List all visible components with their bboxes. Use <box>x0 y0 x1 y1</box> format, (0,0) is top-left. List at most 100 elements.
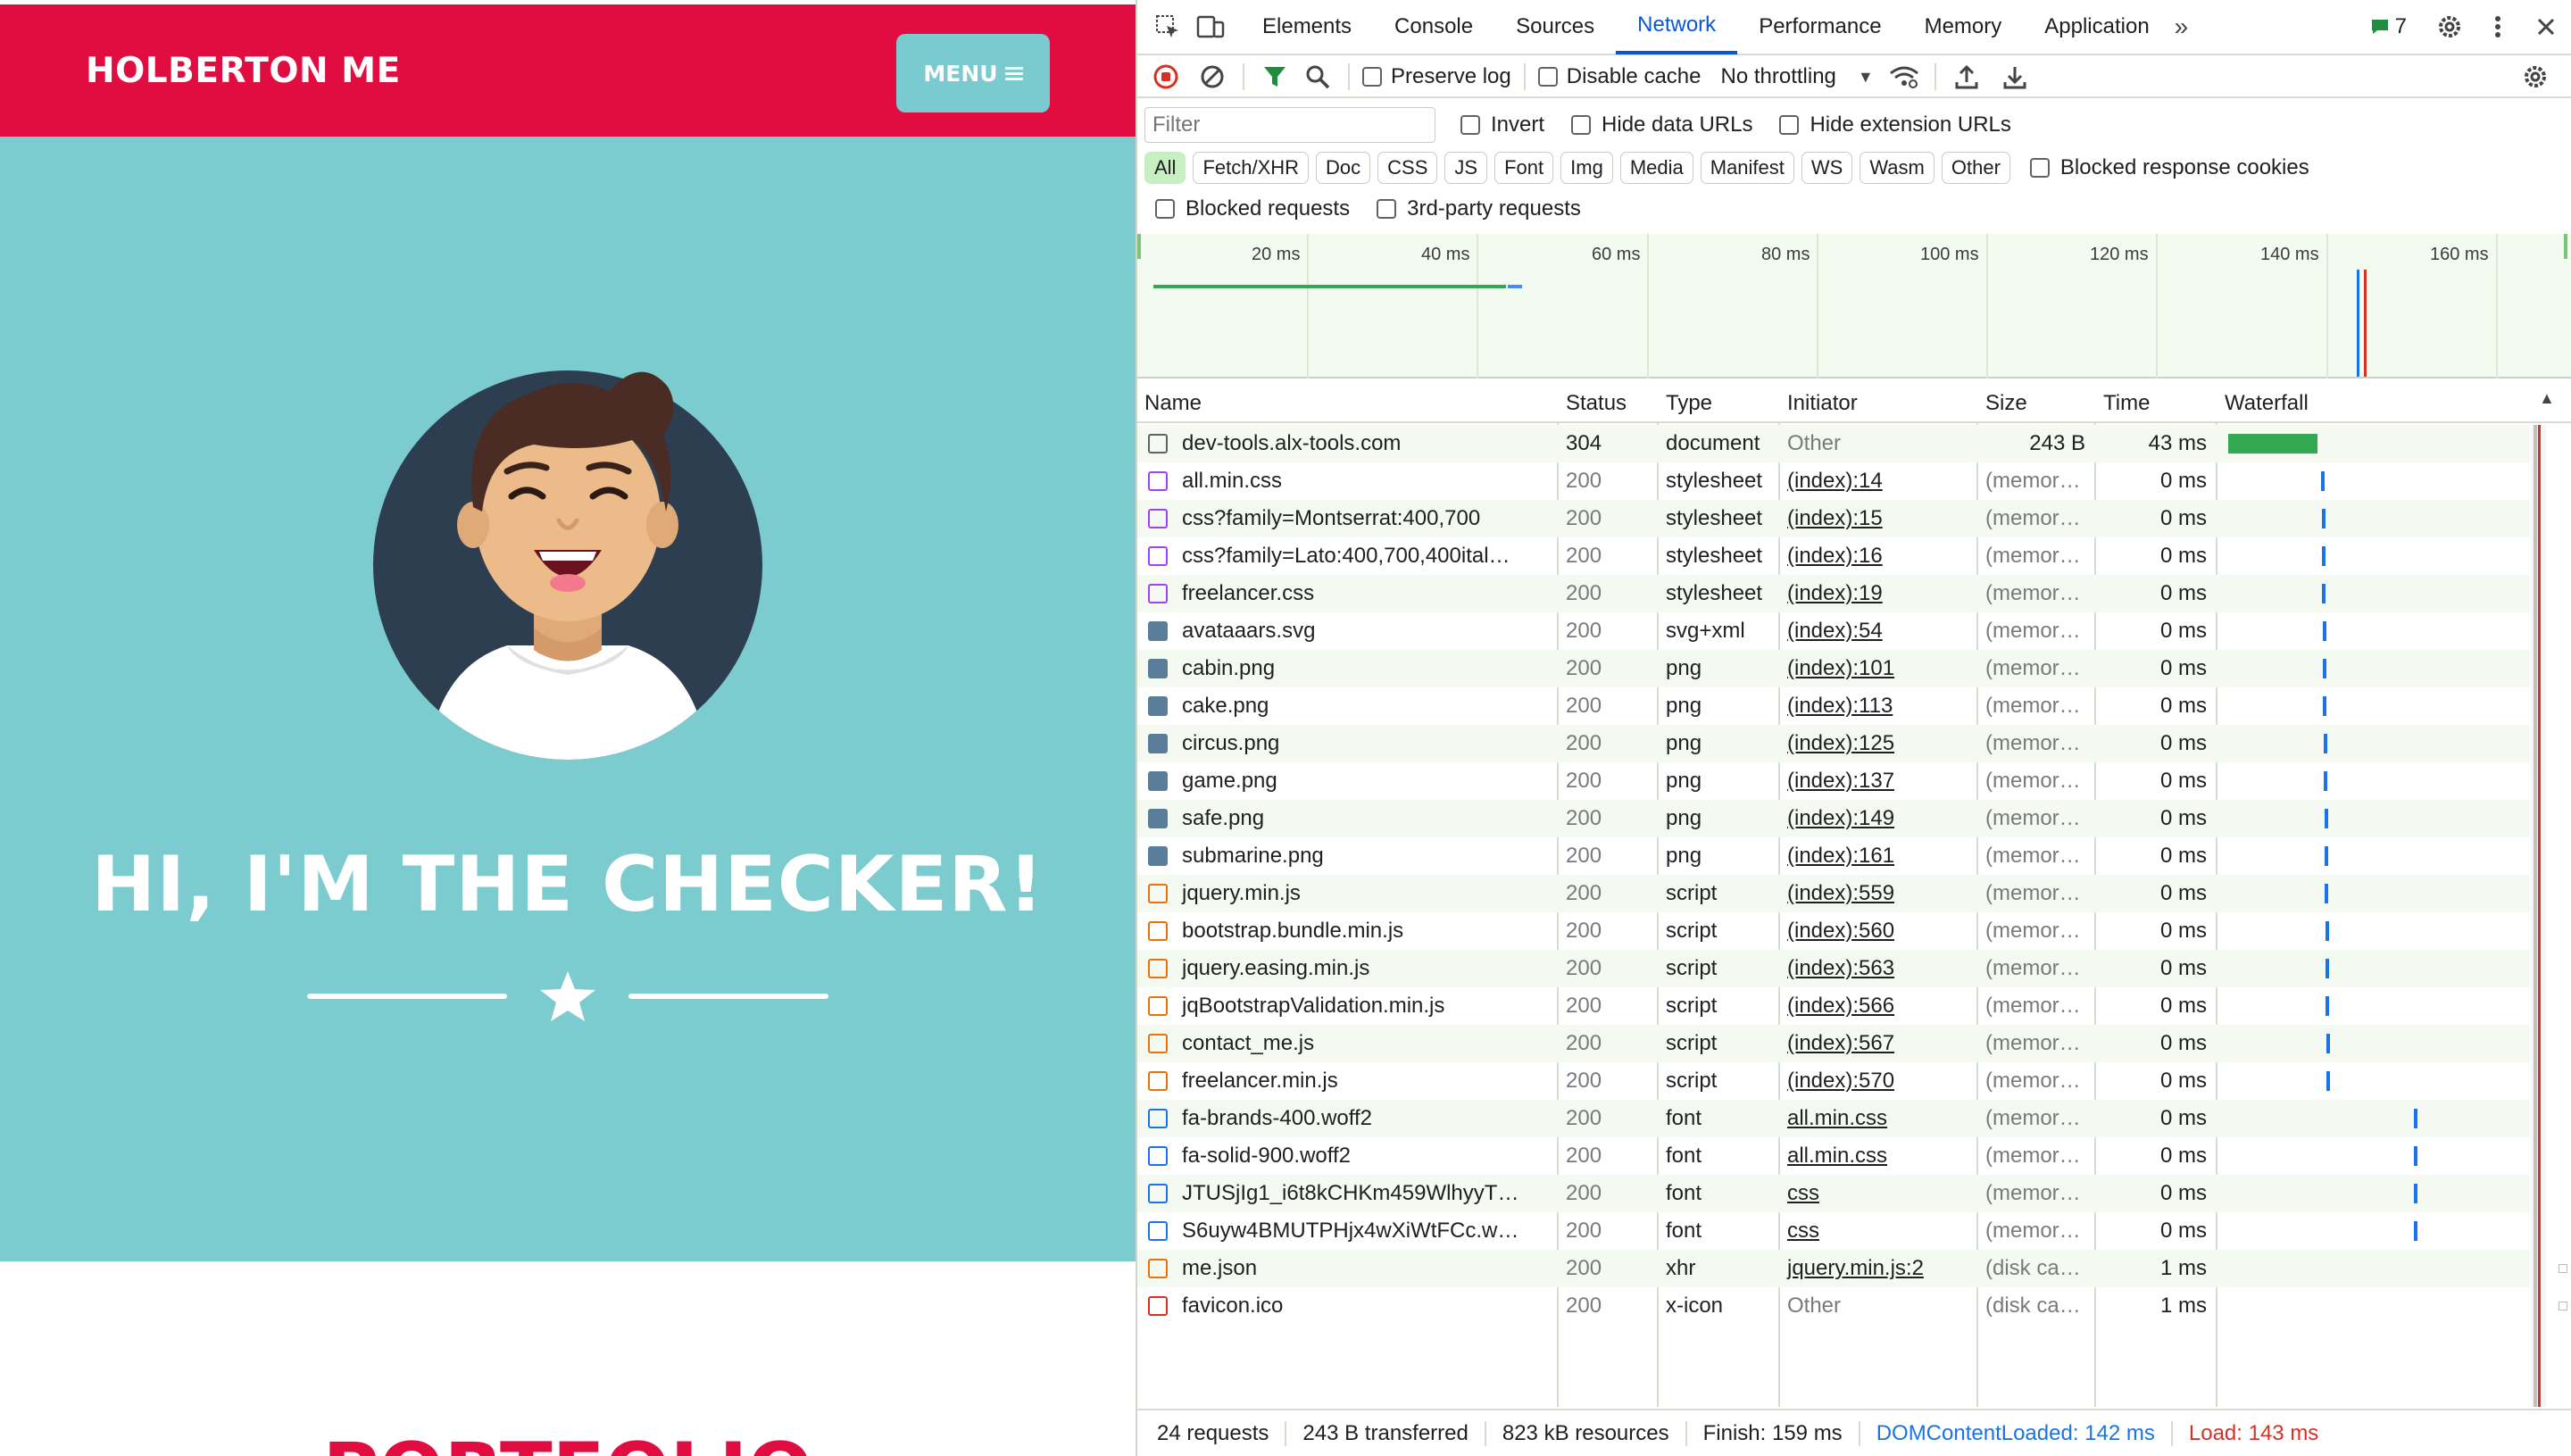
kebab-menu-icon[interactable] <box>2480 9 2516 45</box>
table-row[interactable]: favicon.ico 200 x-icon Other (disk ca… 1 ms <box>1137 1287 2567 1325</box>
import-har-icon[interactable] <box>1949 59 1984 95</box>
table-row[interactable]: all.min.css 200 stylesheet (index):14 (memor… <box>1137 462 2530 500</box>
filter-funnel-icon[interactable] <box>1257 59 1293 95</box>
tab-console[interactable]: Console <box>1373 0 1494 54</box>
export-har-icon[interactable] <box>1997 59 2033 95</box>
table-row[interactable]: jqBootstrapValidation.min.js 200 script (in… <box>1137 987 2530 1025</box>
cell-initiator[interactable]: (index):125 <box>1780 725 1976 762</box>
table-row[interactable]: safe.png 200 png (index):149 (memor… 0 ms <box>1137 800 2530 837</box>
cell-initiator[interactable]: (index):15 <box>1780 500 1976 537</box>
table-row[interactable]: cabin.png 200 png (index):101 (memor… 0 ms <box>1137 650 2530 687</box>
chip-ws[interactable]: WS <box>1801 152 1853 184</box>
column-initiator[interactable]: Initiator <box>1780 384 1976 423</box>
cell-initiator[interactable]: (index):101 <box>1780 650 1976 687</box>
cell-initiator[interactable]: (index):54 <box>1780 612 1976 650</box>
cell-initiator[interactable]: css <box>1780 1175 1976 1212</box>
table-scrollbar[interactable] <box>2532 425 2546 1407</box>
tab-application[interactable]: Application <box>2023 0 2170 54</box>
tab-sources[interactable]: Sources <box>1494 0 1616 54</box>
cell-initiator[interactable]: (index):149 <box>1780 800 1976 837</box>
table-row[interactable]: cake.png 200 png (index):113 (memor… 0 ms <box>1137 687 2530 725</box>
table-row[interactable]: bootstrap.bundle.min.js 200 script (index):… <box>1137 912 2530 950</box>
cell-initiator[interactable]: (index):563 <box>1780 950 1976 987</box>
chip-css[interactable]: CSS <box>1377 152 1438 184</box>
filter-input[interactable] <box>1144 107 1435 143</box>
chip-wasm[interactable]: Wasm <box>1860 152 1934 184</box>
cell-initiator[interactable]: (index):161 <box>1780 837 1976 875</box>
column-name[interactable]: Name <box>1137 384 1557 423</box>
cell-initiator[interactable]: jquery.min.js:2 <box>1780 1250 1976 1287</box>
tab-performance[interactable]: Performance <box>1737 0 1902 54</box>
cell-initiator[interactable]: all.min.css <box>1780 1100 1976 1137</box>
table-row[interactable]: jquery.min.js 200 script (index):559 (memor…… <box>1137 875 2530 912</box>
cell-initiator[interactable]: (index):560 <box>1780 912 1976 950</box>
search-icon[interactable] <box>1300 59 1335 95</box>
site-brand[interactable]: HOLBERTON ME <box>86 51 401 91</box>
table-row[interactable]: JTUSjIg1_i6t8kCHKm459WlhyyT… 200 font css (m… <box>1137 1175 2530 1212</box>
menu-button[interactable]: MENU <box>896 34 1050 112</box>
table-row[interactable]: game.png 200 png (index):137 (memor… 0 ms <box>1137 762 2530 800</box>
table-row[interactable]: freelancer.css 200 stylesheet (index):19 (me… <box>1137 575 2530 612</box>
tab-network[interactable]: Network <box>1616 0 1738 54</box>
throttling-select[interactable]: No throttling <box>1720 64 1835 89</box>
chip-img[interactable]: Img <box>1560 152 1613 184</box>
table-row[interactable]: css?family=Montserrat:400,700 200 styleshe… <box>1137 500 2530 537</box>
table-row[interactable]: circus.png 200 png (index):125 (memor… 0 ms <box>1137 725 2530 762</box>
table-row[interactable]: avataaars.svg 200 svg+xml (index):54 (memor…… <box>1137 612 2530 650</box>
table-scrollbar-thumb[interactable] <box>2534 425 2537 1407</box>
overview-left-handle[interactable] <box>1137 234 1141 259</box>
table-row[interactable]: fa-brands-400.woff2 200 font all.min.css (me… <box>1137 1100 2530 1137</box>
table-row[interactable]: css?family=Lato:400,700,400ital… 200 style… <box>1137 537 2530 575</box>
cell-initiator[interactable]: (index):113 <box>1780 687 1976 725</box>
chip-all[interactable]: All <box>1144 152 1186 184</box>
disable-cache-checkbox[interactable] <box>1537 67 1558 87</box>
preserve-log-checkbox[interactable] <box>1362 67 1382 87</box>
column-waterfall[interactable]: Waterfall <box>2217 384 2539 423</box>
table-row[interactable]: submarine.png 200 png (index):161 (memor… 0 m… <box>1137 837 2530 875</box>
cell-initiator[interactable]: (index):559 <box>1780 875 1976 912</box>
cell-initiator[interactable]: (index):137 <box>1780 762 1976 800</box>
inspect-element-icon[interactable] <box>1150 9 1186 45</box>
table-row[interactable]: fa-solid-900.woff2 200 font all.min.css (mem… <box>1137 1137 2530 1175</box>
cell-initiator[interactable]: (index):19 <box>1780 575 1976 612</box>
chip-media[interactable]: Media <box>1619 152 1693 184</box>
cell-initiator[interactable]: (index):567 <box>1780 1025 1976 1062</box>
table-row[interactable]: freelancer.min.js 200 script (index):570 (me… <box>1137 1062 2530 1100</box>
settings-gear-icon[interactable] <box>2432 9 2467 45</box>
network-settings-gear-icon[interactable] <box>2517 59 2553 95</box>
close-devtools-icon[interactable] <box>2528 9 2564 45</box>
tab-memory[interactable]: Memory <box>1903 0 2024 54</box>
cell-initiator[interactable]: (index):14 <box>1780 462 1976 500</box>
hide-extension-urls-checkbox[interactable] <box>1779 115 1800 135</box>
sort-ascending-icon[interactable]: ▲ <box>2539 389 2555 408</box>
chip-doc[interactable]: Doc <box>1316 152 1371 184</box>
more-tabs-icon[interactable]: » <box>2175 12 2189 41</box>
table-row[interactable]: jquery.easing.min.js 200 script (index):563… <box>1137 950 2530 987</box>
table-row[interactable]: me.json 200 xhr jquery.min.js:2 (disk ca… 1 m… <box>1137 1250 2567 1287</box>
column-time[interactable]: Time <box>2096 384 2216 423</box>
chip-manifest[interactable]: Manifest <box>1700 152 1794 184</box>
blocked-requests-checkbox[interactable] <box>1155 199 1175 219</box>
invert-checkbox[interactable] <box>1460 115 1480 135</box>
table-row[interactable]: contact_me.js 200 script (index):567 (memor…… <box>1137 1025 2530 1062</box>
chevron-down-icon[interactable]: ▼ <box>1858 68 1874 87</box>
third-party-requests-checkbox[interactable] <box>1377 199 1397 219</box>
cell-initiator[interactable]: (index):16 <box>1780 537 1976 575</box>
record-stop-icon[interactable] <box>1148 59 1184 95</box>
chip-other[interactable]: Other <box>1941 152 2010 184</box>
chip-font[interactable]: Font <box>1494 152 1554 184</box>
cell-initiator[interactable]: css <box>1780 1212 1976 1250</box>
column-status[interactable]: Status <box>1559 384 1657 423</box>
clear-icon[interactable] <box>1194 59 1230 95</box>
network-overview-timeline[interactable]: 20 ms 40 ms 60 ms 80 ms 100 ms 120 ms 14… <box>1137 234 2571 379</box>
hide-data-urls-checkbox[interactable] <box>1571 115 1592 135</box>
blocked-response-cookies-checkbox[interactable] <box>2029 158 2050 178</box>
issues-counter[interactable]: 7 <box>2370 14 2407 39</box>
cell-initiator[interactable]: all.min.css <box>1780 1137 1976 1175</box>
chip-fetch-xhr[interactable]: Fetch/XHR <box>1193 152 1310 184</box>
table-row[interactable]: S6uyw4BMUTPHjx4wXiWtFCc.w… 200 font css (mem… <box>1137 1212 2530 1250</box>
chip-js[interactable]: JS <box>1444 152 1488 184</box>
table-row[interactable]: dev-tools.alx-tools.com 304 document Other 2… <box>1137 425 2530 462</box>
column-type[interactable]: Type <box>1659 384 1778 423</box>
overview-right-handle[interactable] <box>2564 234 2567 259</box>
